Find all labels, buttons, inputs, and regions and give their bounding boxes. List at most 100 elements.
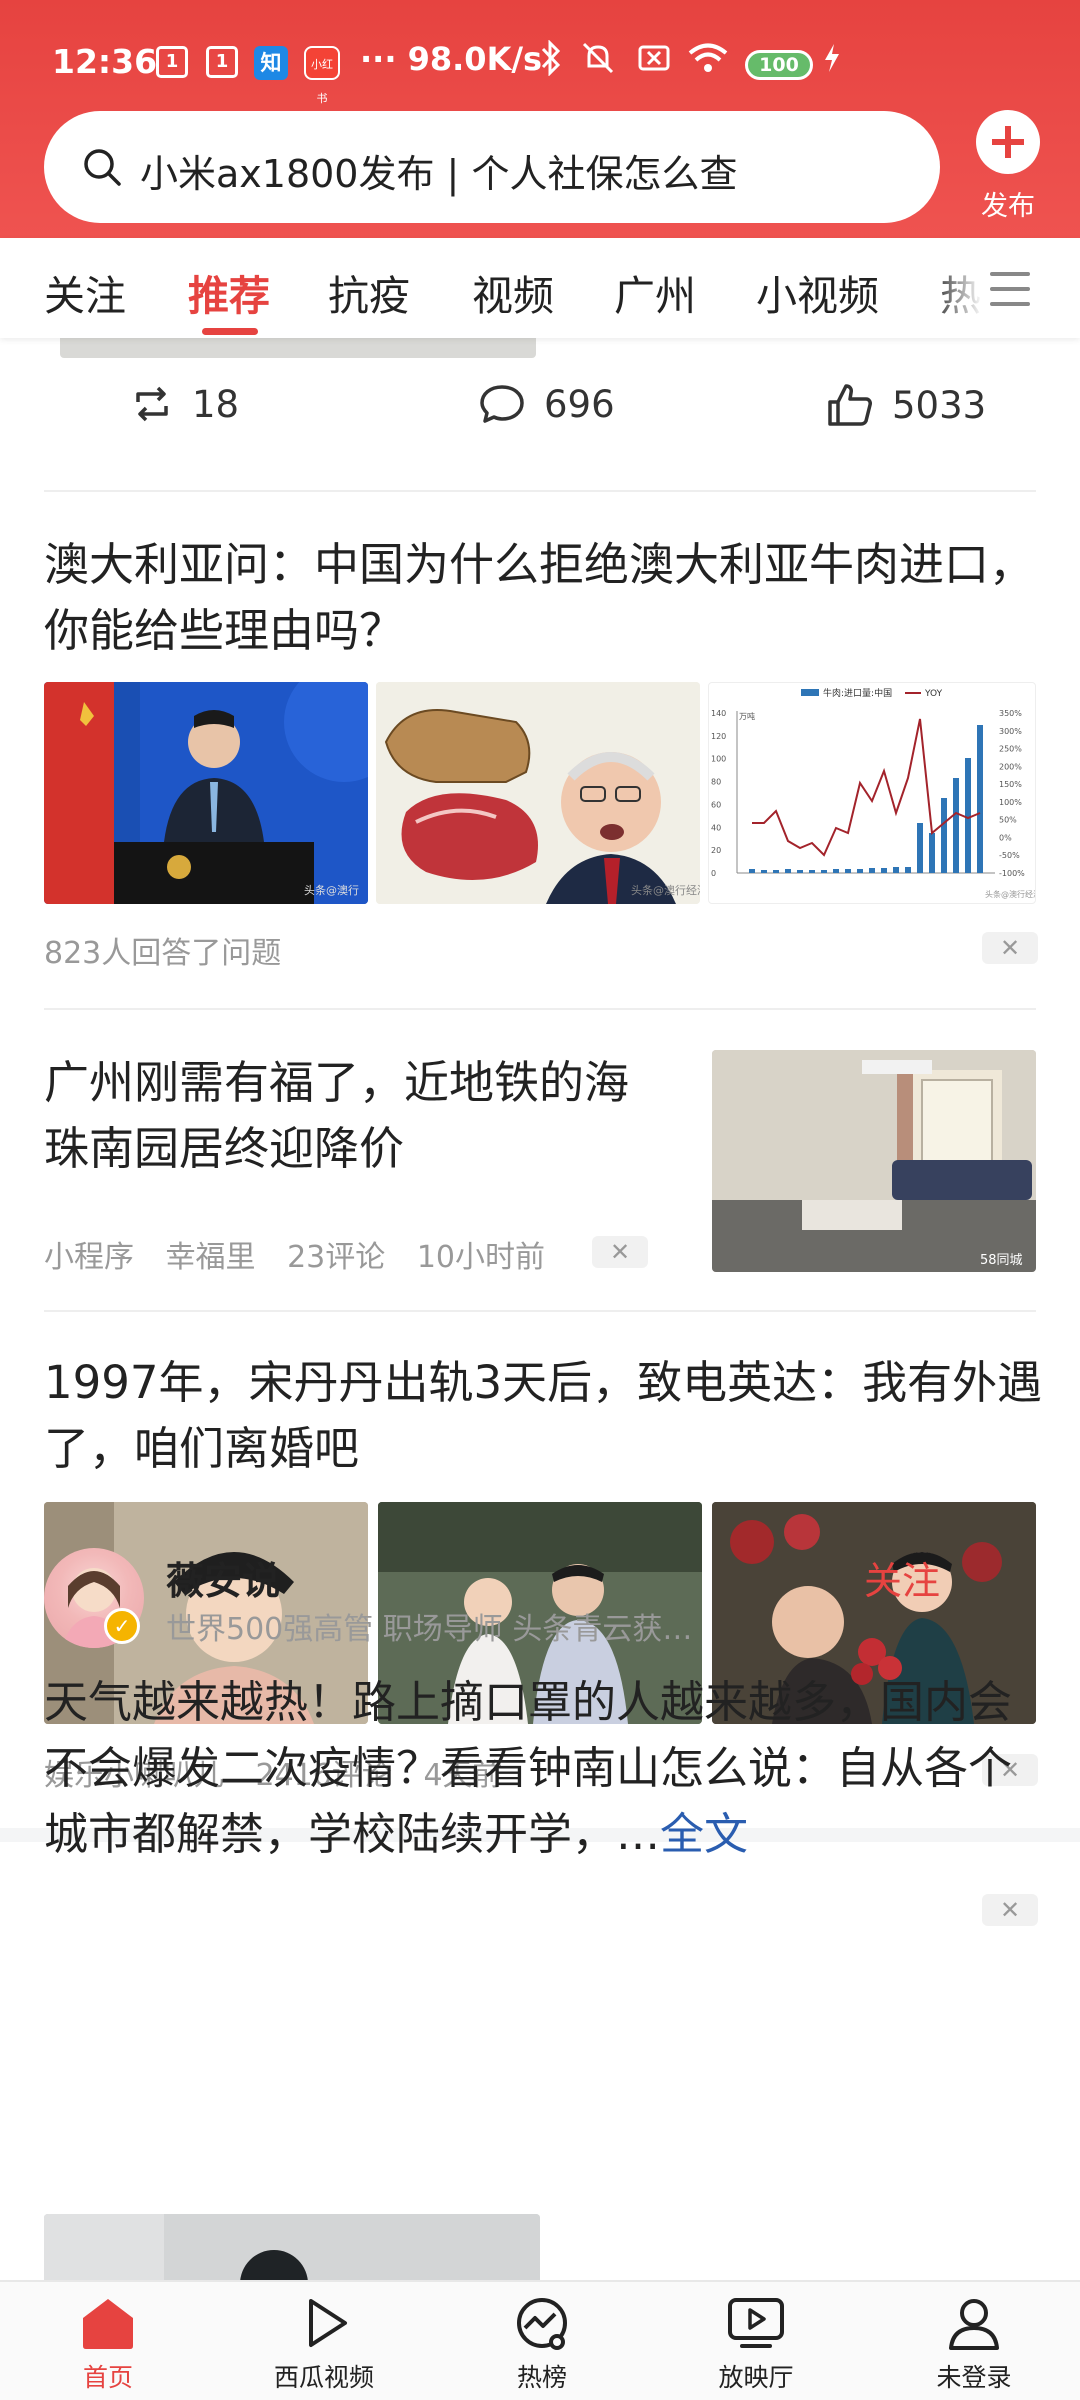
- news-feed[interactable]: 18 696 5033 澳大利亚问：中国为什么拒绝澳大利亚牛肉进口，你能给些理由…: [0, 338, 1080, 2280]
- article-meta: 娱乐小喇叭儿 2416评论 4天前: [44, 1750, 525, 1794]
- plus-icon: [976, 110, 1040, 174]
- chart-y2-tick: 350%: [999, 709, 1022, 718]
- dislike-button[interactable]: ✕: [592, 1236, 648, 1268]
- article-image-press-conference[interactable]: 头条@澳行: [44, 682, 368, 904]
- chart-y-tick: 120: [711, 732, 726, 741]
- chart-y2-tick: 100%: [999, 798, 1022, 807]
- channel-menu-button[interactable]: [930, 238, 1080, 338]
- dislike-button[interactable]: ✕: [982, 1894, 1038, 1926]
- chart-legend-bars: 牛肉:进口量:中国: [823, 687, 892, 699]
- follow-button[interactable]: 关注: [864, 1550, 940, 1605]
- charging-icon: [822, 42, 842, 82]
- divider: [44, 1008, 1036, 1010]
- comment-count: 2416评论: [255, 1758, 392, 1793]
- tab-follow[interactable]: 关注: [44, 262, 126, 322]
- nav-label: 首页: [82, 2363, 133, 2392]
- chart-y2-tick: 150%: [999, 780, 1022, 789]
- chart-legend-line: YOY: [924, 689, 943, 699]
- tab-short-video[interactable]: 小视频: [756, 262, 879, 322]
- nav-label: 热榜: [516, 2363, 567, 2392]
- section-divider: [0, 1828, 1080, 1842]
- publish-time: 10小时前: [416, 1240, 546, 1275]
- article-image-cartoon[interactable]: 头条@澳行经济: [376, 682, 700, 904]
- active-tab-indicator: [202, 328, 258, 335]
- chart-unit: 万吨: [739, 711, 755, 721]
- dislike-button[interactable]: ✕: [982, 932, 1038, 964]
- publish-time: 4天前: [423, 1758, 503, 1793]
- article-image-chart[interactable]: 牛肉:进口量:中国 YOY 万吨 140 120 100 80 60 40 20 0 350%…: [708, 682, 1036, 904]
- net-speed-value: 98.0K/s: [407, 40, 543, 78]
- chart-y-tick: 80: [711, 778, 721, 787]
- previous-post-image[interactable]: [60, 338, 536, 358]
- tab-video[interactable]: 视频: [472, 262, 554, 322]
- repost-button[interactable]: 18: [130, 382, 239, 426]
- thumbs-up-icon: [828, 384, 872, 426]
- article-meta: 小程序 幸福里 23评论 10小时前: [44, 1232, 567, 1276]
- tv-play-icon: [728, 2298, 784, 2348]
- article-image-photo-2[interactable]: [378, 1502, 702, 1724]
- chart-y-tick: 0: [711, 869, 716, 878]
- tab-recommend[interactable]: 推荐: [188, 262, 270, 322]
- zhihu-icon: 知: [254, 46, 288, 80]
- status-time: 12:36: [52, 42, 158, 81]
- divider: [44, 1310, 1036, 1312]
- nav-hot-list[interactable]: 热榜: [462, 2296, 622, 2394]
- home-icon: [83, 2299, 133, 2349]
- chart-y-tick: 40: [711, 823, 721, 832]
- nav-xigua-video[interactable]: 西瓜视频: [244, 2296, 404, 2394]
- chart-y-tick: 140: [711, 709, 726, 718]
- search-input[interactable]: 小米ax1800发布 | 个人社保怎么查: [140, 143, 737, 198]
- sim-off-icon: [636, 40, 672, 80]
- article-image-apartment[interactable]: 58同城: [712, 1050, 1036, 1272]
- article-title[interactable]: 广州刚需有福了，近地铁的海珠南园居终迎降价: [44, 1050, 644, 1182]
- image-watermark: 头条@澳行经济: [985, 889, 1036, 899]
- chart-y2-tick: 200%: [999, 762, 1022, 771]
- answer-count: 823人回答了问题: [44, 936, 282, 971]
- search-bar[interactable]: 小米ax1800发布 | 个人社保怎么查: [44, 111, 940, 223]
- article-meta: 823人回答了问题: [44, 928, 303, 972]
- bottom-navigation: 首页 西瓜视频 热榜 放映厅 未登录: [0, 2280, 1080, 2400]
- nav-profile[interactable]: 未登录: [894, 2296, 1054, 2394]
- wifi-icon: [686, 40, 730, 80]
- bluetooth-icon: [540, 39, 562, 80]
- comment-button[interactable]: 696: [478, 382, 615, 426]
- chart-y2-tick: 250%: [999, 745, 1022, 754]
- mute-bell-icon: [580, 40, 616, 80]
- app-header: 12:36 1 1 知 小红书 ··· 98.0K/s 100 小米ax1800…: [0, 0, 1080, 238]
- search-icon: [84, 149, 121, 186]
- article-image-photo-3[interactable]: [712, 1502, 1036, 1724]
- image-watermark: 58同城: [980, 1253, 1023, 1268]
- chart-y-tick: 100: [711, 755, 726, 764]
- app-notification-icon: 小红书: [304, 46, 340, 105]
- comment-icon: [480, 385, 524, 423]
- chart-y-tick: 60: [711, 800, 721, 809]
- post-image[interactable]: [44, 2214, 540, 2280]
- chart-y2-tick: 300%: [999, 727, 1022, 736]
- status-bar: 12:36 1 1 知 小红书 ··· 98.0K/s 100: [0, 0, 1080, 110]
- article-image-photo-1[interactable]: [44, 1502, 368, 1724]
- trend-icon: [517, 2298, 567, 2350]
- notification-icon: 1: [206, 46, 238, 78]
- article-title[interactable]: 澳大利亚问：中国为什么拒绝澳大利亚牛肉进口，你能给些理由吗？: [44, 532, 1044, 664]
- nav-label: 放映厅: [718, 2363, 794, 2392]
- more-dots: ···: [360, 40, 397, 78]
- notification-icon: 1: [156, 46, 188, 78]
- nav-home[interactable]: 首页: [28, 2296, 188, 2394]
- like-count: 5033: [892, 383, 987, 427]
- battery-icon: 100: [745, 50, 813, 80]
- source-name: 娱乐小喇叭儿: [44, 1758, 224, 1793]
- tab-anti-epidemic[interactable]: 抗疫: [328, 262, 410, 322]
- nav-cinema[interactable]: 放映厅: [676, 2296, 836, 2394]
- like-button[interactable]: 5033: [826, 382, 986, 428]
- channel-tabs: 关注 推荐 抗疫 视频 广州 小视频 热: [0, 238, 1080, 338]
- comment-count: 696: [544, 382, 615, 426]
- source-type: 小程序: [44, 1240, 134, 1275]
- article-title[interactable]: 1997年，宋丹丹出轨3天后，致电英达：我有外遇了，咱们离婚吧: [44, 1350, 1044, 1482]
- nav-label: 未登录: [936, 2363, 1012, 2392]
- publish-button[interactable]: 发布: [970, 110, 1046, 223]
- nav-label: 西瓜视频: [273, 2363, 374, 2392]
- user-icon: [949, 2299, 999, 2350]
- tab-guangzhou[interactable]: 广州: [614, 262, 696, 322]
- dislike-button[interactable]: ✕: [982, 1754, 1038, 1786]
- play-icon: [309, 2299, 347, 2347]
